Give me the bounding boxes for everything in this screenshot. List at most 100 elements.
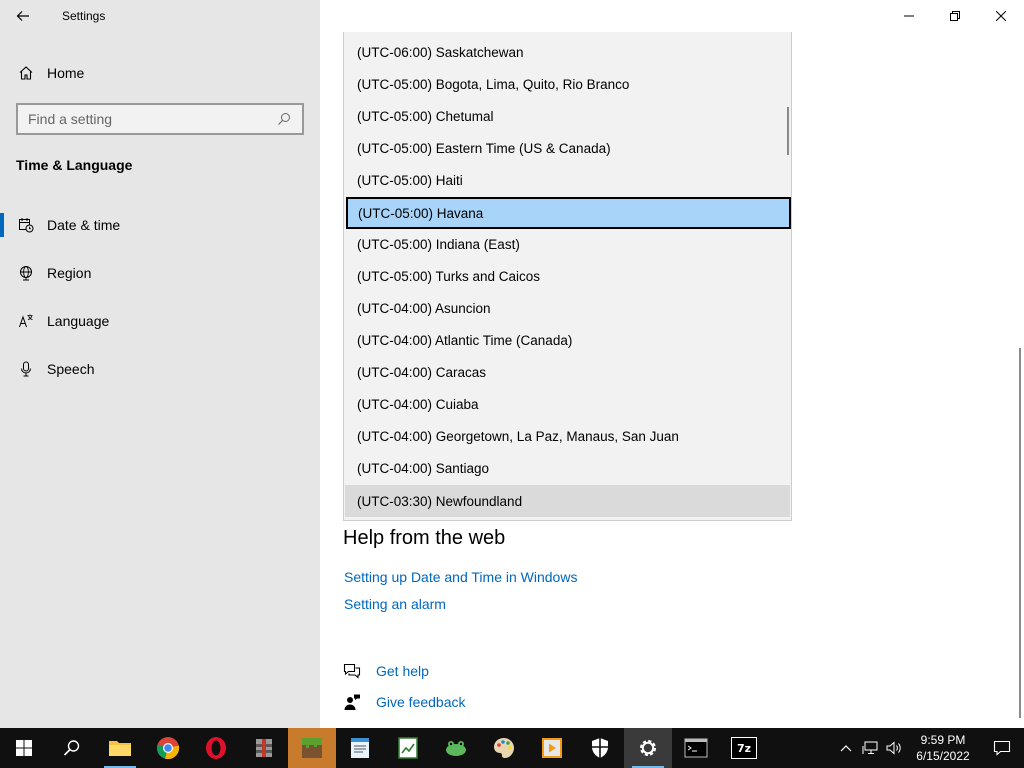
minimize-icon: [904, 15, 914, 17]
microphone-icon: [18, 361, 34, 377]
7zip-icon: 7z: [731, 737, 757, 759]
minimize-button[interactable]: [886, 0, 932, 32]
timezone-option[interactable]: (UTC-04:00) Cuiaba: [345, 388, 790, 420]
search-input[interactable]: [18, 105, 272, 133]
windows-logo-icon: [16, 740, 32, 756]
timezone-option[interactable]: (UTC-04:00) Caracas: [345, 356, 790, 388]
restore-icon: [950, 11, 960, 21]
system-tray: 9:59 PM 6/15/2022: [834, 728, 1024, 768]
grass-block-icon: [302, 738, 322, 758]
start-button[interactable]: [0, 728, 48, 768]
sidebar-item-speech[interactable]: Speech: [0, 349, 320, 389]
give-feedback-label: Give feedback: [376, 694, 466, 710]
palette-icon: [494, 738, 514, 758]
back-arrow-icon: [16, 11, 29, 21]
terminal-icon: [684, 738, 708, 758]
taskbar-media-player[interactable]: [528, 728, 576, 768]
timezone-option-hovered[interactable]: (UTC-03:30) Newfoundland: [345, 485, 790, 517]
frog-icon: [446, 741, 466, 756]
give-feedback-link[interactable]: Give feedback: [342, 690, 466, 714]
timezone-option[interactable]: (UTC-05:00) Haiti: [345, 164, 790, 196]
help-section-title: Help from the web: [343, 527, 506, 549]
taskbar-clock[interactable]: 9:59 PM 6/15/2022: [906, 732, 980, 764]
title-bar-left: Settings: [0, 0, 320, 32]
taskbar-settings[interactable]: [624, 728, 672, 768]
timezone-option-selected[interactable]: (UTC-05:00) Havana: [346, 197, 791, 229]
chevron-up-icon: [840, 745, 852, 752]
taskbar: 7z 9:59 PM 6/15/2022: [0, 728, 1024, 768]
taskbar-archiver[interactable]: [240, 728, 288, 768]
timezone-dropdown-list[interactable]: (UTC-06:00) Saskatchewan (UTC-05:00) Bog…: [343, 32, 792, 521]
taskbar-chrome[interactable]: [144, 728, 192, 768]
search-icon: [63, 740, 80, 756]
get-help-link[interactable]: Get help: [342, 659, 429, 683]
app-title: Settings: [62, 9, 106, 23]
taskbar-spreadsheet[interactable]: [384, 728, 432, 768]
timezone-option[interactable]: (UTC-05:00) Turks and Caicos: [345, 260, 790, 292]
timezone-option[interactable]: (UTC-05:00) Eastern Time (US & Canada): [345, 132, 790, 164]
feedback-person-icon: [342, 692, 362, 712]
home-icon: [18, 65, 34, 81]
window-controls: [886, 0, 1024, 32]
archiver-icon: [256, 739, 272, 757]
date-time-icon: [18, 217, 34, 233]
language-icon: [18, 313, 34, 329]
tray-overflow-button[interactable]: [834, 728, 858, 768]
timezone-option[interactable]: (UTC-05:00) Bogota, Lima, Quito, Rio Bra…: [345, 68, 790, 100]
chrome-icon: [156, 737, 180, 760]
sidebar-item-language[interactable]: Language: [0, 301, 320, 341]
media-player-icon: [542, 738, 562, 758]
chat-help-icon: [342, 661, 362, 681]
timezone-option[interactable]: (UTC-04:00) Asuncion: [345, 292, 790, 324]
sidebar-item-label: Language: [47, 313, 110, 329]
taskbar-opera[interactable]: [192, 728, 240, 768]
timezone-option[interactable]: (UTC-04:00) Georgetown, La Paz, Manaus, …: [345, 420, 790, 452]
help-link-alarm[interactable]: Setting an alarm: [344, 596, 446, 612]
network-button[interactable]: [858, 728, 882, 768]
spreadsheet-icon: [398, 737, 418, 759]
sidebar-item-date-time[interactable]: Date & time: [0, 205, 320, 245]
search-box[interactable]: [16, 103, 304, 135]
taskbar-security[interactable]: [576, 728, 624, 768]
get-help-label: Get help: [376, 663, 429, 679]
close-button[interactable]: [978, 0, 1024, 32]
clock-time: 9:59 PM: [920, 733, 966, 747]
shield-icon: [592, 738, 608, 758]
taskbar-search-button[interactable]: [48, 728, 96, 768]
home-nav-item[interactable]: Home: [0, 57, 320, 89]
taskbar-paint[interactable]: [480, 728, 528, 768]
taskbar-7zip[interactable]: 7z: [720, 728, 768, 768]
clock-date: 6/15/2022: [916, 749, 970, 763]
action-center-button[interactable]: [980, 728, 1024, 768]
sidebar-item-region[interactable]: Region: [0, 253, 320, 293]
globe-icon: [18, 265, 34, 281]
restore-button[interactable]: [932, 0, 978, 32]
timezone-option[interactable]: (UTC-05:00) Indiana (East): [345, 228, 790, 260]
taskbar-file-explorer[interactable]: [96, 728, 144, 768]
section-title: Time & Language: [16, 157, 133, 173]
notepad-icon: [351, 738, 369, 758]
search-icon[interactable]: [272, 107, 296, 131]
notification-icon: [993, 740, 1011, 756]
dropdown-scrollbar[interactable]: [787, 107, 789, 155]
gear-icon: [640, 740, 656, 756]
selection-indicator: [0, 213, 4, 237]
help-link-date-time[interactable]: Setting up Date and Time in Windows: [344, 569, 577, 585]
sidebar: Settings Home Time & Language Date & tim…: [0, 0, 320, 728]
taskbar-notepad[interactable]: [336, 728, 384, 768]
timezone-option[interactable]: (UTC-06:00) Saskatchewan: [345, 36, 790, 68]
page-scrollbar[interactable]: [1019, 348, 1021, 718]
taskbar-terminal[interactable]: [672, 728, 720, 768]
timezone-option[interactable]: (UTC-05:00) Chetumal: [345, 100, 790, 132]
home-label: Home: [47, 65, 85, 81]
timezone-option[interactable]: (UTC-04:00) Santiago: [345, 452, 790, 484]
taskbar-minecraft[interactable]: [288, 728, 336, 768]
taskbar-frog-app[interactable]: [432, 728, 480, 768]
timezone-option[interactable]: (UTC-04:00) Atlantic Time (Canada): [345, 324, 790, 356]
back-button[interactable]: [0, 0, 46, 32]
speaker-icon: [886, 741, 901, 755]
volume-button[interactable]: [882, 728, 906, 768]
sidebar-item-label: Date & time: [47, 217, 121, 233]
close-icon: [996, 11, 1006, 21]
network-icon: [862, 741, 878, 754]
